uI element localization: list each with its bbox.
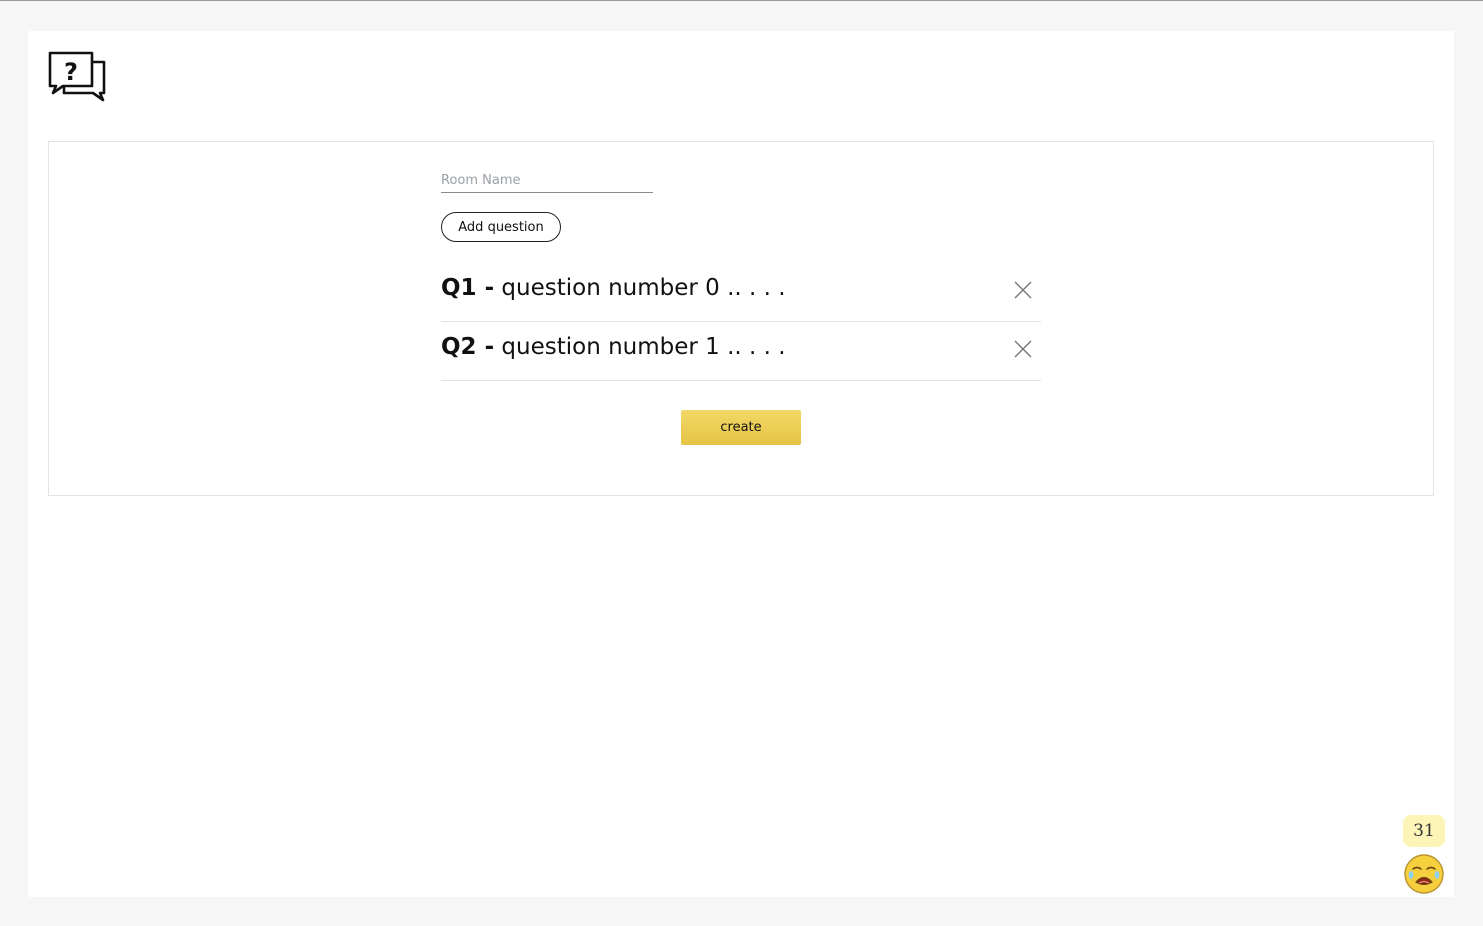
create-button[interactable]: create: [681, 410, 801, 445]
question-list: Q1 - question number 0 .. . . . Q2 - que…: [441, 264, 1041, 382]
question-chat-bubbles-icon: ?: [48, 51, 106, 102]
close-icon[interactable]: [1013, 339, 1033, 359]
question-number: Q2 -: [441, 334, 495, 360]
count-badge: 31: [1403, 815, 1445, 847]
question-text: Q2 - question number 1 .. . . .: [441, 334, 786, 360]
top-border: [0, 0, 1483, 1]
question-label: question number 1 .. . . .: [501, 334, 786, 360]
question-number: Q1 -: [441, 275, 495, 301]
question-item: Q2 - question number 1 .. . . .: [441, 323, 1041, 381]
close-icon[interactable]: [1013, 280, 1033, 300]
create-room-card: Add question Q1 - question number 0 .. .…: [48, 141, 1434, 496]
page-container: ? Add question Q1 - question number 0 ..…: [28, 31, 1454, 897]
add-question-button[interactable]: Add question: [441, 212, 561, 242]
question-item: Q1 - question number 0 .. . . .: [441, 264, 1041, 322]
room-name-input[interactable]: [441, 168, 653, 193]
crying-face-icon[interactable]: [1403, 853, 1445, 895]
svg-text:?: ?: [64, 58, 78, 86]
question-text: Q1 - question number 0 .. . . .: [441, 275, 786, 301]
question-label: question number 0 .. . . .: [501, 275, 786, 301]
